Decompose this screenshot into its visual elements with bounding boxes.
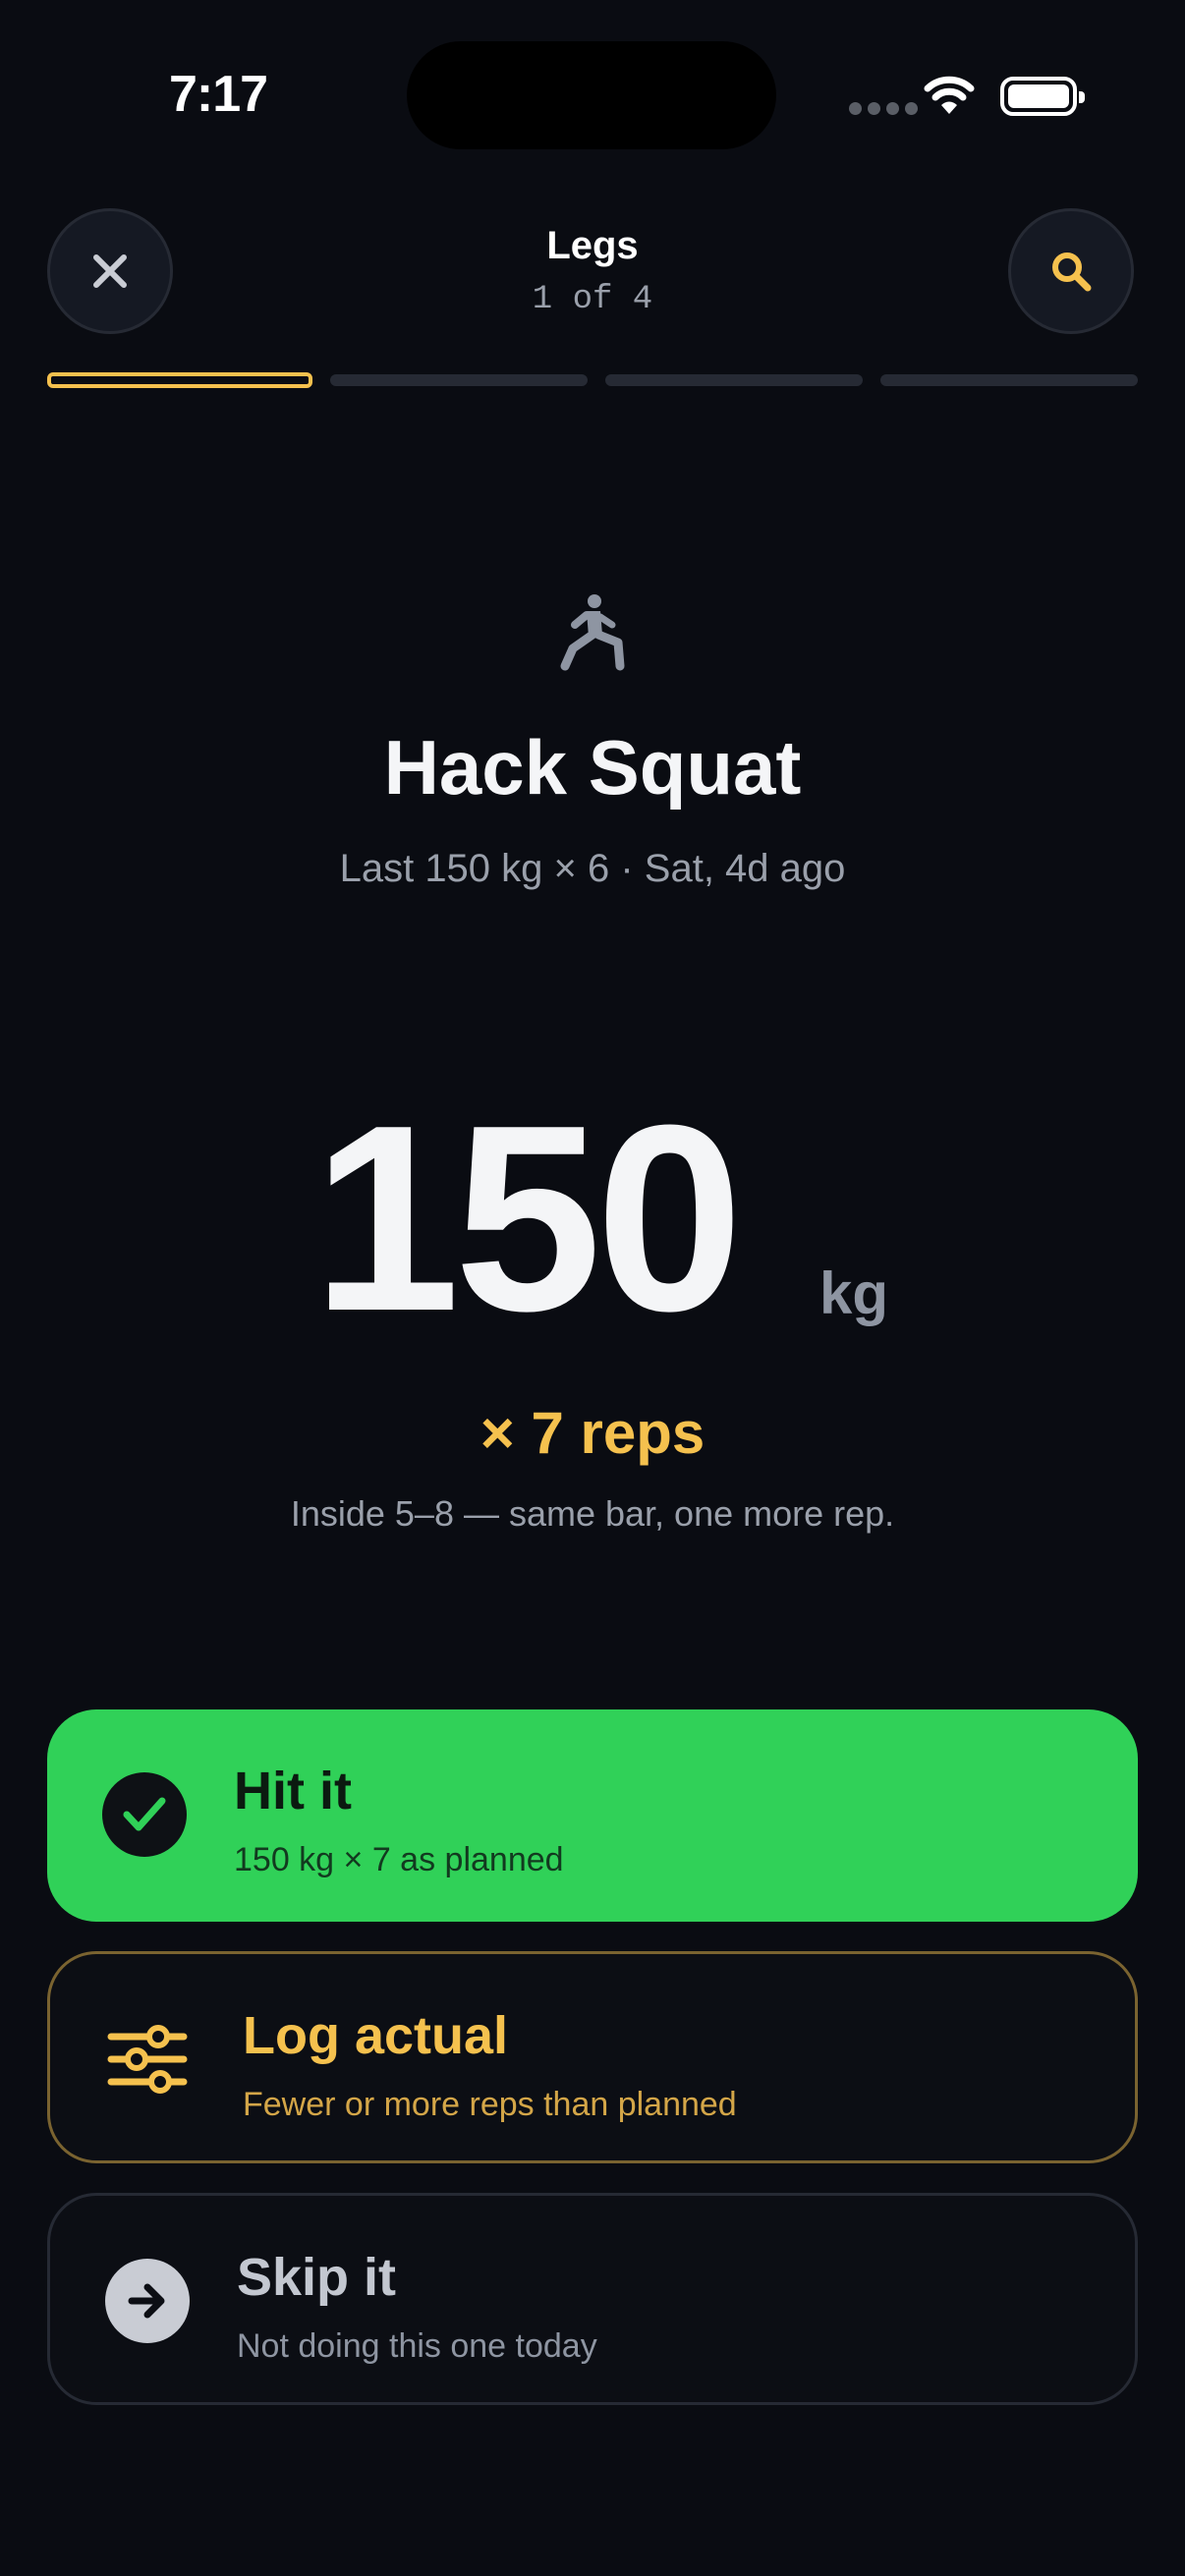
search-icon: [1052, 252, 1092, 292]
cellular-signal-icon: [849, 102, 918, 115]
progress-segment-3: [605, 374, 863, 386]
wifi-icon: [924, 76, 975, 114]
arrow-right-icon: [128, 2283, 165, 2319]
search-button[interactable]: [1008, 208, 1134, 334]
check-icon: [123, 1797, 166, 1831]
exercise-name: Hack Squat: [383, 724, 802, 811]
hit-it-title: Hit it: [234, 1762, 352, 1820]
dynamic-island: [407, 41, 776, 149]
arrow-circle: [105, 2259, 190, 2343]
sliders-icon-wrap: [105, 2017, 190, 2101]
lunge-figure-icon: [560, 594, 625, 671]
check-circle: [102, 1772, 187, 1857]
hit-it-button[interactable]: Hit it 150 kg × 7 as planned: [47, 1709, 1138, 1922]
last-session: Last 150 kg × 6 · Sat, 4d ago: [339, 847, 846, 890]
skip-it-title: Skip it: [237, 2248, 397, 2307]
exercise-counter: 1 of 4: [532, 281, 653, 318]
progress-segment-1: [47, 372, 312, 388]
skip-it-button[interactable]: Skip it Not doing this one today: [47, 2193, 1138, 2405]
workout-title: Legs: [546, 224, 639, 267]
progress-segment-2: [330, 374, 588, 386]
target-note: Inside 5–8 — same bar, one more rep.: [290, 1493, 895, 1534]
sliders-icon: [107, 2025, 188, 2094]
battery-icon: [1000, 77, 1085, 116]
target-reps: × 7 reps: [480, 1400, 705, 1466]
hit-it-subtitle: 150 kg × 7 as planned: [234, 1841, 564, 1878]
progress-segment-4: [880, 374, 1138, 386]
log-actual-title: Log actual: [243, 2006, 509, 2065]
log-actual-subtitle: Fewer or more reps than planned: [243, 2086, 737, 2123]
skip-it-subtitle: Not doing this one today: [237, 2327, 597, 2365]
log-actual-button[interactable]: Log actual Fewer or more reps than plann…: [47, 1951, 1138, 2163]
status-time: 7:17: [169, 66, 268, 123]
weight-unit: kg: [819, 1260, 889, 1326]
target-weight: 150: [312, 1071, 743, 1367]
workout-progress: [47, 372, 1138, 388]
